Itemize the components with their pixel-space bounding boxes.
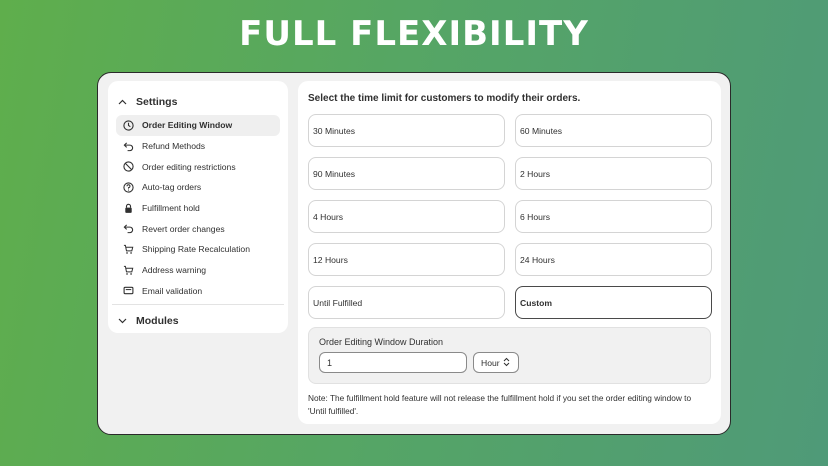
cart-icon [123,265,134,276]
time-option-button[interactable]: 30 Minutes [308,114,505,147]
sidebar-item-label: Revert order changes [142,223,225,234]
sidebar-item[interactable]: Auto-tag orders [116,177,280,198]
time-option-button[interactable]: Until Fulfilled [308,286,505,319]
modules-section-header[interactable]: Modules [116,308,280,334]
sidebar-divider [112,304,284,306]
settings-panel: Select the time limit for customers to m… [298,81,721,424]
sidebar-item[interactable]: Order Editing Window [116,115,280,136]
sidebar-item-label: Shipping Rate Recalculation [142,244,250,255]
prohibited-icon [123,161,134,172]
time-limit-options: 30 Minutes 60 Minutes 90 Minutes 2 Hours 4 H… [308,114,712,319]
chevron-up-icon [118,99,128,105]
time-option-button[interactable]: 6 Hours [515,200,712,233]
sidebar-item-label: Email validation [142,285,203,296]
sidebar-item[interactable]: Fulfillment hold [116,198,280,219]
duration-label: Order Editing Window Duration [319,337,444,347]
app-window: Settings Order Editing Window Refund Meth… [97,72,731,435]
time-option-button[interactable]: 60 Minutes [515,114,712,147]
cart-icon [123,244,134,255]
time-option-button[interactable]: 24 Hours [515,243,712,276]
sidebar-item-label: Auto-tag orders [142,182,202,193]
envelope-icon [123,285,134,296]
time-option-button[interactable]: 2 Hours [515,157,712,190]
question-circle-icon [123,182,134,193]
fulfillment-note: Note: The fulfillment hold feature will … [308,393,692,416]
settings-label: Settings [136,96,178,108]
duration-value-input[interactable] [319,352,467,373]
chevron-down-icon [118,318,128,324]
sidebar: Settings Order Editing Window Refund Meth… [108,81,288,333]
hero-title: FULL FLEXIBILITY [239,14,589,54]
sidebar-item[interactable]: Email validation [116,281,280,302]
sidebar-item[interactable]: Shipping Rate Recalculation [116,239,280,260]
lock-icon [123,203,134,214]
sidebar-item[interactable]: Refund Methods [116,136,280,157]
modules-label: Modules [136,315,179,328]
sidebar-item[interactable]: Order editing restrictions [116,156,280,177]
sidebar-item-label: Refund Methods [142,141,206,152]
sidebar-item-label: Order editing restrictions [142,161,236,172]
sidebar-item[interactable]: Address warning [116,260,280,281]
undo-arrow-icon [123,141,134,152]
duration-box: Order Editing Window Duration Hour [308,327,711,384]
duration-unit-value: Hour [481,357,500,368]
clock-icon [123,120,134,131]
select-arrows-icon [503,357,510,369]
sidebar-item[interactable]: Revert order changes [116,218,280,239]
panel-heading: Select the time limit for customers to m… [308,93,581,104]
time-option-button[interactable]: Custom [515,286,712,319]
settings-section-header[interactable]: Settings [116,89,280,115]
time-option-button[interactable]: 90 Minutes [308,157,505,190]
time-option-button[interactable]: 12 Hours [308,243,505,276]
sidebar-item-label: Address warning [142,265,207,276]
sidebar-item-label: Order Editing Window [142,120,233,131]
undo-arrow-icon [123,223,134,234]
duration-unit-select[interactable]: Hour [473,352,519,373]
time-option-button[interactable]: 4 Hours [308,200,505,233]
sidebar-item-label: Fulfillment hold [142,203,200,214]
